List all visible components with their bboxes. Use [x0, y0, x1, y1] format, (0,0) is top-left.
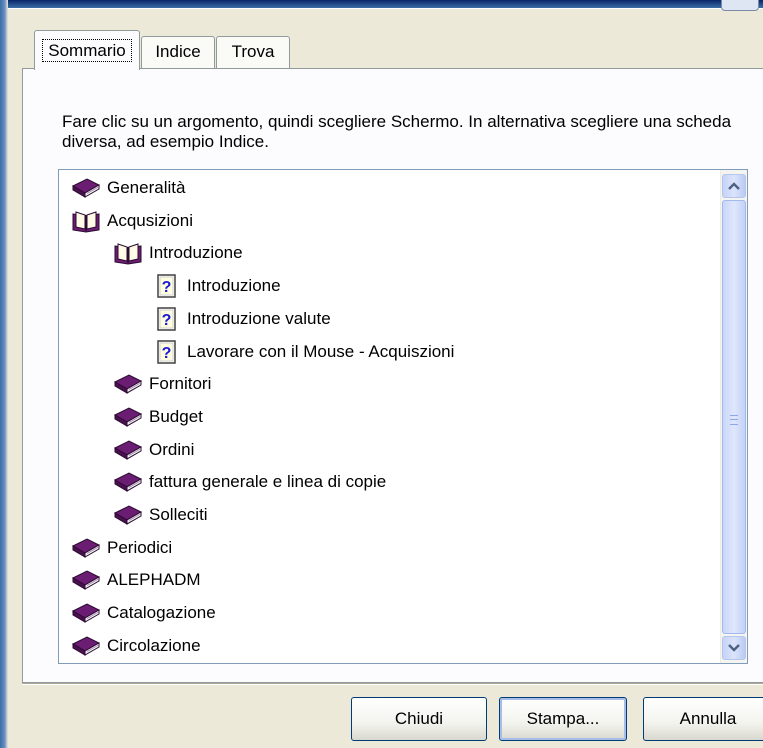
close-button[interactable]: Chiudi: [351, 697, 487, 741]
cancel-button[interactable]: Annulla: [643, 697, 763, 741]
svg-text:?: ?: [162, 279, 172, 296]
tab-sommario-label: Sommario: [42, 39, 132, 62]
closed-book-icon: [71, 176, 101, 200]
tree-item[interactable]: Fornitori: [113, 368, 211, 400]
tree-item-label: Introduzione valute: [187, 308, 331, 328]
tab-indice-label: Indice: [155, 42, 201, 61]
tree-item-label: Acqusizioni: [107, 210, 193, 230]
tree-item[interactable]: Solleciti: [113, 499, 208, 531]
closed-book-icon: [71, 568, 101, 592]
tree-item-label: Lavorare con il Mouse - Acquiszioni: [187, 341, 455, 361]
scroll-thumb[interactable]: [722, 200, 746, 634]
window-left-border: [0, 0, 8, 748]
tree-item-label: Introduzione: [149, 243, 243, 263]
tree-item-label: Ordini: [149, 439, 195, 459]
tree-item[interactable]: Circolazione: [71, 630, 201, 662]
closed-book-icon: [71, 536, 101, 560]
scroll-down-button[interactable]: [722, 636, 746, 660]
tree-item[interactable]: ? Lavorare con il Mouse - Acquiszioni: [151, 336, 454, 368]
help-page-icon: ?: [151, 339, 181, 364]
chevron-up-icon: [728, 182, 740, 190]
tree-item[interactable]: Introduzione: [113, 237, 243, 269]
tree-item-label: Generalità: [107, 178, 186, 197]
tab-indice[interactable]: Indice: [141, 36, 215, 68]
closed-book-icon: [71, 634, 101, 658]
instruction-text: Fare clic su un argomento, quindi scegli…: [62, 112, 732, 151]
tab-trova-label: Trova: [231, 42, 275, 61]
tree-item[interactable]: fattura generale e linea di copie: [113, 466, 386, 498]
help-page-icon: ?: [151, 307, 181, 331]
tree-item-label: fattura generale e linea di copie: [149, 472, 387, 492]
tree-item[interactable]: Budget: [113, 401, 203, 433]
tree-item-label: Catalogazione: [107, 603, 216, 623]
window-title-bar: [0, 0, 763, 8]
closed-book-icon: [113, 503, 143, 527]
title-bar-divider: [0, 8, 763, 9]
tree-item-label: Budget: [149, 406, 203, 426]
svg-text:?: ?: [162, 312, 172, 329]
close-window-button[interactable]: [721, 0, 759, 11]
svg-text:?: ?: [162, 345, 172, 362]
footer-separator: [22, 683, 763, 685]
scroll-up-button[interactable]: [722, 174, 746, 198]
help-page-icon: ?: [151, 274, 181, 298]
tree-item[interactable]: ? Introduzione valute: [151, 303, 331, 335]
open-book-icon: [113, 241, 143, 265]
topic-tree[interactable]: Generalità Acqusizioni Introduzione? Introd…: [58, 169, 748, 664]
tree-item-label: Fornitori: [149, 374, 212, 394]
tab-sommario[interactable]: Sommario: [34, 30, 140, 70]
tree-item-label: Introduzione: [187, 276, 281, 296]
tree-item[interactable]: Periodici: [71, 532, 172, 564]
tree-item-label: Solleciti: [149, 505, 208, 524]
closed-book-icon: [113, 405, 143, 429]
open-book-icon: [71, 209, 101, 233]
scroll-thumb-grip: [730, 415, 738, 425]
tree-item-label: Periodici: [107, 537, 173, 557]
closed-book-icon: [113, 372, 143, 396]
print-button[interactable]: Stampa...: [499, 697, 627, 741]
closed-book-icon: [71, 601, 101, 625]
tree-item-label: Circolazione: [107, 635, 201, 655]
closed-book-icon: [113, 470, 143, 494]
tree-item[interactable]: Acqusizioni: [71, 205, 193, 237]
tree-item[interactable]: Catalogazione: [71, 597, 216, 629]
tree-item[interactable]: ? Introduzione: [151, 270, 281, 302]
tree-item[interactable]: Ordini: [113, 434, 194, 466]
tab-trova[interactable]: Trova: [216, 36, 290, 68]
tree-item-label: ALEPHADM: [107, 570, 201, 590]
topic-tree-list: Generalità Acqusizioni Introduzione? Introd…: [59, 170, 719, 663]
vertical-scrollbar[interactable]: [720, 170, 747, 663]
closed-book-icon: [113, 438, 143, 462]
chevron-down-icon: [728, 644, 740, 652]
tree-item[interactable]: Generalità: [71, 172, 185, 204]
tree-item[interactable]: ALEPHADM: [71, 564, 201, 596]
